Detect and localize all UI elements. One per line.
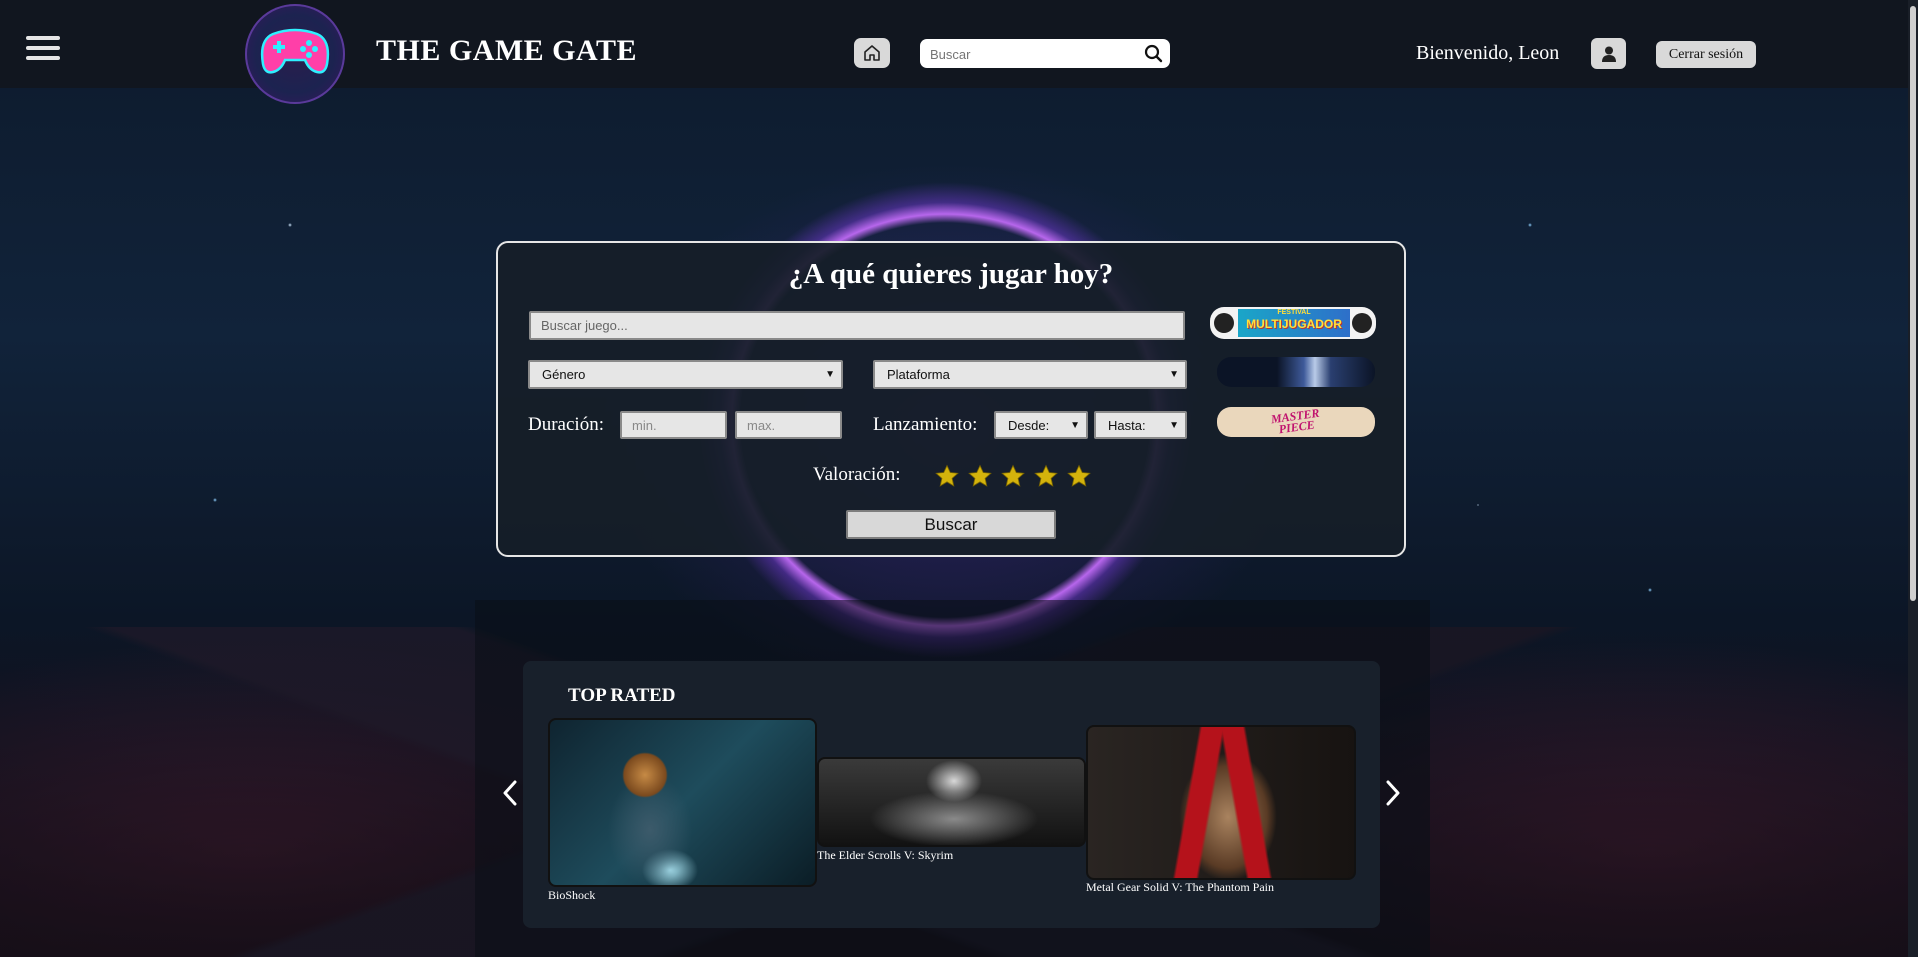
- featured-art-banner[interactable]: [1217, 357, 1375, 387]
- home-button[interactable]: [854, 38, 890, 68]
- menu-icon[interactable]: [26, 36, 60, 60]
- chevron-left-icon: [503, 780, 517, 806]
- profile-button[interactable]: [1591, 38, 1626, 69]
- genre-select-value: Género: [542, 367, 586, 382]
- duration-max-input[interactable]: max.: [735, 411, 842, 439]
- chevron-down-icon: ▼: [825, 369, 835, 380]
- duration-min-input[interactable]: min.: [620, 411, 727, 439]
- rating-star-icon[interactable]: [1000, 464, 1026, 489]
- banner-multiplayer-line2: MULTIJUGADOR: [1246, 317, 1342, 331]
- site-title[interactable]: THE GAME GATE: [376, 34, 637, 68]
- platform-select[interactable]: Plataforma ▼: [873, 360, 1187, 389]
- game-cover[interactable]: [817, 757, 1086, 847]
- duration-label: Duración:: [528, 414, 604, 435]
- release-label: Lanzamiento:: [873, 414, 978, 435]
- rating-star-icon[interactable]: [967, 464, 993, 489]
- game-title[interactable]: The Elder Scrolls V: Skyrim: [817, 848, 953, 863]
- release-to-select[interactable]: Hasta: ▼: [1094, 411, 1187, 439]
- rating-star-icon[interactable]: [934, 464, 960, 489]
- game-title[interactable]: BioShock: [548, 888, 595, 903]
- header-search: [920, 39, 1170, 68]
- rating-star-icon[interactable]: [1066, 464, 1092, 489]
- rating-star-icon[interactable]: [1033, 464, 1059, 489]
- chevron-right-icon: [1386, 780, 1400, 806]
- multiplayer-festival-banner[interactable]: FESTIVAL MULTIJUGADOR: [1210, 307, 1376, 339]
- top-rated-title: TOP RATED: [568, 685, 676, 706]
- chevron-down-icon: ▼: [1169, 419, 1179, 431]
- rating-label: Valoración:: [813, 464, 901, 485]
- chevron-down-icon: ▼: [1169, 369, 1179, 380]
- site-logo[interactable]: [245, 4, 345, 104]
- game-cover[interactable]: [548, 718, 817, 887]
- home-icon: [864, 45, 880, 61]
- release-to-value: Hasta:: [1108, 417, 1146, 433]
- search-button[interactable]: Buscar: [846, 510, 1056, 539]
- logout-button[interactable]: Cerrar sesión: [1656, 41, 1756, 68]
- game-search-input[interactable]: Buscar juego...: [529, 311, 1185, 340]
- carousel-prev-button[interactable]: [498, 775, 522, 811]
- panel-title: ¿A qué quieres jugar hoy?: [788, 258, 1114, 290]
- page-scrollbar[interactable]: [1908, 0, 1918, 957]
- user-icon: [1601, 46, 1616, 62]
- game-title[interactable]: Metal Gear Solid V: The Phantom Pain: [1086, 880, 1274, 895]
- genre-select[interactable]: Género ▼: [528, 360, 843, 389]
- release-from-value: Desde:: [1008, 417, 1050, 433]
- release-from-select[interactable]: Desde: ▼: [994, 411, 1088, 439]
- welcome-text: Bienvenido, Leon: [1416, 42, 1560, 64]
- game-cover[interactable]: [1086, 725, 1356, 880]
- header-search-input[interactable]: [928, 42, 1132, 66]
- masterpiece-banner[interactable]: MASTER PIECE: [1217, 407, 1375, 437]
- carousel-next-button[interactable]: [1381, 775, 1405, 811]
- search-icon[interactable]: [1144, 44, 1163, 63]
- platform-select-value: Plataforma: [887, 367, 950, 382]
- chevron-down-icon: ▼: [1070, 419, 1080, 431]
- banner-multiplayer-line1: FESTIVAL: [1277, 309, 1311, 316]
